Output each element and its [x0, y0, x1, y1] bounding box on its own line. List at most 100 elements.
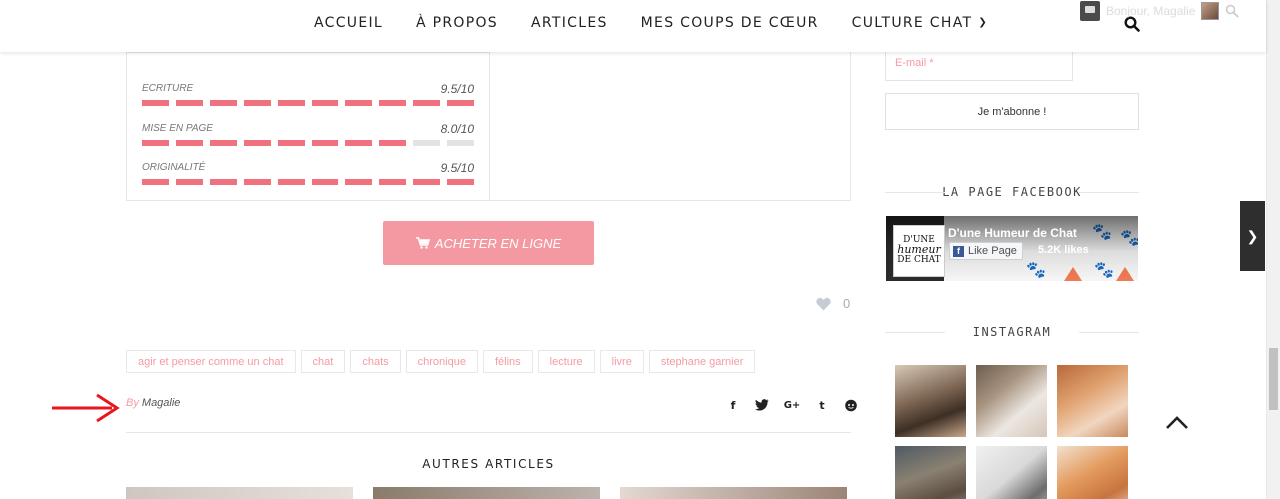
comment-icon[interactable] — [1080, 1, 1100, 21]
back-to-top-icon[interactable] — [1165, 414, 1189, 430]
cart-icon — [415, 237, 430, 249]
top-navigation: ACCUEIL À PROPOS ARTICLES MES COUPS DE C… — [0, 0, 1266, 52]
rating-segment — [243, 140, 271, 146]
nav-accueil[interactable]: ACCUEIL — [314, 15, 383, 31]
rating-segment — [175, 140, 203, 146]
tag[interactable]: agir et penser comme un chat — [126, 350, 296, 373]
facebook-like-count: 5.2K likes — [1038, 244, 1089, 256]
chevron-down-icon: ❯ — [978, 17, 989, 28]
rating-segment — [277, 100, 305, 106]
facebook-like-button[interactable]: f Like Page — [949, 242, 1023, 260]
instagram-photo[interactable] — [976, 446, 1047, 499]
like-widget[interactable]: 0 — [816, 296, 850, 311]
facebook-heading: LA PAGE FACEBOOK — [885, 185, 1139, 199]
tag-list: agir et penser comme un chat chat chats … — [126, 350, 756, 373]
facebook-page-widget[interactable]: 🐾 🐾 🐾 🐾 D'UNE humeur DE CHAT D'une Humeu… — [886, 216, 1138, 281]
tag[interactable]: lecture — [537, 350, 595, 373]
instagram-photo[interactable] — [895, 446, 966, 499]
facebook-page-logo: D'UNE humeur DE CHAT — [893, 225, 945, 277]
author-link[interactable]: Magalie — [142, 397, 181, 409]
tag[interactable]: chat — [300, 350, 346, 373]
rating-segment — [277, 140, 305, 146]
admin-greeting[interactable]: Bonjour, Magalie — [1106, 4, 1195, 18]
instagram-photo[interactable] — [976, 365, 1047, 437]
rating-segment — [142, 100, 169, 106]
like-count: 0 — [843, 296, 851, 311]
criterion-name: ECRITURE — [142, 83, 194, 94]
criterion-name: MISE EN PAGE — [142, 123, 213, 134]
facebook-page-name[interactable]: D'une Humeur de Chat — [948, 226, 1077, 240]
rating-segment — [311, 179, 339, 185]
rating-segment — [175, 100, 203, 106]
rating-segment — [142, 140, 169, 146]
rating-segment — [413, 140, 441, 146]
share-buttons: f G+ t — [726, 398, 858, 412]
avatar[interactable] — [1201, 2, 1220, 20]
rating-segment — [209, 100, 237, 106]
google-plus-icon[interactable]: G+ — [784, 398, 801, 412]
rating-segment — [413, 179, 441, 185]
main-menu: ACCUEIL À PROPOS ARTICLES MES COUPS DE C… — [314, 15, 1021, 31]
tumblr-icon[interactable]: t — [815, 398, 829, 412]
related-article-thumbnail[interactable] — [620, 487, 847, 499]
admin-search-icon[interactable] — [1225, 4, 1240, 18]
rating-segment — [447, 100, 475, 106]
criterion-name: ORIGINALITÉ — [142, 162, 206, 173]
rating-segment — [311, 100, 339, 106]
subscribe-button[interactable]: Je m'abonne ! — [885, 93, 1139, 130]
criterion-score: 9.5/10 — [440, 161, 474, 175]
related-article-thumbnail[interactable] — [126, 487, 353, 499]
rating-segment — [447, 140, 475, 146]
criterion-score: 9.5/10 — [440, 82, 474, 96]
criterion-bar — [142, 179, 475, 185]
instagram-photo[interactable] — [1057, 446, 1128, 499]
instagram-photo[interactable] — [895, 365, 966, 437]
nav-coups-de-coeur[interactable]: MES COUPS DE CŒUR — [641, 15, 819, 31]
scrollbar-thumb[interactable] — [1269, 348, 1278, 410]
facebook-icon[interactable]: f — [726, 398, 740, 412]
rating-segment — [345, 140, 373, 146]
chevron-right-icon: ❯ — [1246, 227, 1259, 244]
rating-segment — [379, 179, 407, 185]
instagram-photo[interactable] — [1057, 365, 1128, 437]
rating-segment — [243, 100, 271, 106]
buy-online-button[interactable]: ACHETER EN LIGNE — [383, 221, 594, 265]
nav-articles[interactable]: ARTICLES — [531, 15, 608, 31]
rating-segment — [447, 179, 475, 185]
tag[interactable]: félins — [482, 350, 533, 373]
rating-segment — [175, 179, 203, 185]
instagram-heading: INSTAGRAM — [885, 325, 1139, 339]
reddit-icon[interactable] — [844, 398, 858, 412]
criterion-score: 8.0/10 — [440, 122, 474, 136]
rating-segment — [345, 179, 373, 185]
logo-line: humeur — [897, 243, 941, 256]
nav-culture-chat[interactable]: CULTURE CHAT ❯ — [852, 15, 988, 31]
related-article-thumbnail[interactable] — [373, 487, 600, 499]
rating-criteria-panel: ECRITURE 9.5/10 MISE EN PAGE 8.0/10 ORIG… — [127, 52, 490, 200]
facebook-icon: f — [953, 245, 964, 257]
criterion-bar — [142, 140, 475, 146]
rating-segment — [311, 140, 339, 146]
red-arrow-annotation — [52, 393, 120, 423]
rating-segment — [209, 179, 237, 185]
admin-bar: Bonjour, Magalie — [1080, 0, 1240, 22]
buy-online-label: ACHETER EN LIGNE — [434, 235, 562, 251]
rating-segment — [277, 179, 305, 185]
tag[interactable]: chronique — [405, 350, 478, 373]
divider — [126, 432, 851, 433]
byline-prefix: By — [126, 397, 139, 409]
author-byline: By Magalie — [126, 397, 180, 409]
rating-segment — [379, 100, 407, 106]
slider-next-button[interactable]: ❯ — [1240, 201, 1265, 271]
related-articles-heading: AUTRES ARTICLES — [422, 457, 555, 471]
tag[interactable]: livre — [599, 350, 644, 373]
tag[interactable]: chats — [350, 350, 401, 373]
rating-segment — [379, 140, 407, 146]
twitter-icon[interactable] — [755, 398, 769, 412]
tag[interactable]: stephane garnier — [648, 350, 756, 373]
criterion-bar — [142, 100, 475, 106]
nav-a-propos[interactable]: À PROPOS — [416, 15, 498, 31]
review-rating-box: ECRITURE 9.5/10 MISE EN PAGE 8.0/10 ORIG… — [126, 52, 851, 201]
page-scrollbar[interactable] — [1266, 0, 1280, 499]
logo-line: DE CHAT — [897, 255, 941, 265]
